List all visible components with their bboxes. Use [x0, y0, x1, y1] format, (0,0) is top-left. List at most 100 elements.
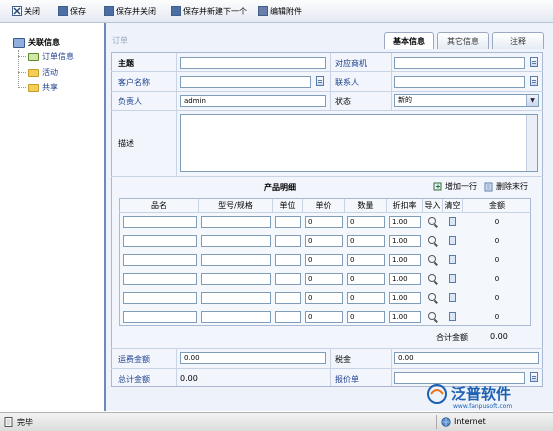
save-and-new-button[interactable]: 保存并新建下一个: [171, 4, 247, 18]
contact-input[interactable]: [394, 76, 525, 88]
magnifier-icon[interactable]: [428, 274, 436, 282]
product-price-input[interactable]: 0: [305, 254, 343, 266]
opportunity-label: 对应商机: [335, 59, 367, 68]
brand-name: 泛普软件: [451, 385, 512, 403]
edit-attachment-button[interactable]: 编辑附件: [258, 4, 302, 18]
save-and-close-button[interactable]: 保存并关闭: [104, 4, 156, 18]
product-price-input[interactable]: 0: [305, 311, 343, 323]
product-price-input[interactable]: 0: [305, 216, 343, 228]
total-label: 合计金额: [436, 333, 468, 342]
tree-root[interactable]: 关联信息: [13, 37, 60, 48]
tree-item-label: 订单信息: [42, 52, 74, 61]
tab-basic-info[interactable]: 基本信息: [384, 32, 434, 49]
product-discount-input[interactable]: 1.00: [389, 254, 421, 266]
freight-input[interactable]: 0.00: [180, 352, 326, 364]
tax-input[interactable]: 0.00: [394, 352, 539, 364]
product-qty-input[interactable]: 0: [347, 292, 385, 304]
product-discount-input[interactable]: 1.00: [389, 311, 421, 323]
product-name-input[interactable]: [123, 254, 197, 266]
quote-picker-icon[interactable]: [530, 372, 538, 382]
add-row-button[interactable]: 增加一行: [433, 181, 477, 192]
clear-row-icon[interactable]: [449, 274, 456, 283]
product-qty-input[interactable]: 0: [347, 254, 385, 266]
delete-last-row-button[interactable]: 删除末行: [484, 181, 528, 192]
col-header-clear: 清空: [443, 199, 463, 212]
product-unit-input[interactable]: [275, 216, 301, 228]
delete-row-icon: [484, 182, 493, 191]
product-name-input[interactable]: [123, 216, 197, 228]
product-unit-input[interactable]: [275, 273, 301, 285]
section-title: 订单: [112, 36, 128, 45]
tab-notes[interactable]: 注释: [492, 32, 544, 49]
product-price-input[interactable]: 0: [305, 292, 343, 304]
product-model-input[interactable]: [201, 311, 271, 323]
contact-picker-icon[interactable]: [530, 76, 538, 86]
globe-icon: [441, 417, 451, 427]
product-name-input[interactable]: [123, 292, 197, 304]
page-icon: [4, 417, 13, 427]
chevron-down-icon[interactable]: ▼: [526, 95, 538, 106]
folder-open-icon: [13, 37, 25, 48]
products-title: 产品明细: [264, 183, 296, 192]
product-discount-input[interactable]: 1.00: [389, 273, 421, 285]
save-close-icon: [104, 6, 114, 16]
product-model-input[interactable]: [201, 216, 271, 228]
product-name-input[interactable]: [123, 235, 197, 247]
product-name-input[interactable]: [123, 273, 197, 285]
description-textarea[interactable]: [180, 114, 538, 172]
save-close-label: 保存并关闭: [116, 6, 156, 16]
customer-picker-icon[interactable]: [316, 76, 324, 86]
status-select[interactable]: 新的 ▼: [394, 94, 539, 107]
save-label: 保存: [70, 6, 86, 16]
tab-other-info[interactable]: 其它信息: [437, 32, 489, 49]
magnifier-icon[interactable]: [428, 255, 436, 263]
product-model-input[interactable]: [201, 292, 271, 304]
clear-row-icon[interactable]: [449, 293, 456, 302]
col-header-import: 导入: [423, 199, 443, 212]
product-price-input[interactable]: 0: [305, 273, 343, 285]
folder-icon: [28, 83, 39, 92]
brand-logo: 泛普软件 www.fanpusoft.com: [425, 383, 545, 411]
product-qty-input[interactable]: 0: [347, 273, 385, 285]
customer-input[interactable]: [180, 76, 311, 88]
product-qty-input[interactable]: 0: [347, 311, 385, 323]
product-qty-input[interactable]: 0: [347, 235, 385, 247]
product-discount-input[interactable]: 1.00: [389, 292, 421, 304]
delete-row-label: 删除末行: [496, 182, 528, 191]
clear-row-icon[interactable]: [449, 217, 456, 226]
product-price-input[interactable]: 0: [305, 235, 343, 247]
magnifier-icon[interactable]: [428, 312, 436, 320]
description-label: 描述: [118, 139, 134, 148]
add-row-icon: [433, 182, 442, 190]
clear-row-icon[interactable]: [449, 236, 456, 245]
product-qty-input[interactable]: 0: [347, 216, 385, 228]
close-icon: [12, 6, 22, 16]
subject-input[interactable]: [180, 57, 326, 69]
close-button[interactable]: 关闭: [12, 4, 40, 18]
product-unit-input[interactable]: [275, 235, 301, 247]
owner-input[interactable]: admin: [180, 95, 326, 107]
product-unit-input[interactable]: [275, 254, 301, 266]
opportunity-picker-icon[interactable]: [530, 57, 538, 67]
clear-row-icon[interactable]: [449, 312, 456, 321]
magnifier-icon[interactable]: [428, 236, 436, 244]
product-discount-input[interactable]: 1.00: [389, 235, 421, 247]
product-model-input[interactable]: [201, 273, 271, 285]
product-name-input[interactable]: [123, 311, 197, 323]
product-discount-input[interactable]: 1.00: [389, 216, 421, 228]
col-divider: [330, 348, 331, 386]
tree-item-order-info[interactable]: 订单信息: [28, 51, 74, 62]
magnifier-icon[interactable]: [428, 293, 436, 301]
product-unit-input[interactable]: [275, 311, 301, 323]
save-button[interactable]: 保存: [58, 4, 86, 18]
product-model-input[interactable]: [201, 235, 271, 247]
product-unit-input[interactable]: [275, 292, 301, 304]
opportunity-input[interactable]: [394, 57, 525, 69]
product-amount: 0: [494, 294, 500, 302]
clear-row-icon[interactable]: [449, 255, 456, 264]
product-model-input[interactable]: [201, 254, 271, 266]
tree-item-activity[interactable]: 活动: [28, 67, 58, 78]
description-scrollbar[interactable]: [526, 115, 537, 171]
tree-item-share[interactable]: 共享: [28, 82, 58, 93]
magnifier-icon[interactable]: [428, 217, 436, 225]
